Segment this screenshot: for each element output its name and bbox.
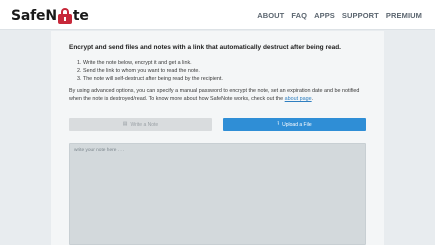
description-end: .: [311, 96, 314, 103]
note-textarea[interactable]: [69, 143, 366, 245]
write-note-label: Write a Note: [130, 121, 159, 128]
padlock-icon: [57, 8, 72, 24]
upload-file-button[interactable]: ⭱ Upload a File: [223, 118, 366, 131]
safenote-logo[interactable]: SafeN te: [11, 6, 89, 26]
about-page-link[interactable]: about page: [285, 96, 312, 102]
note-icon: ▤: [122, 121, 128, 127]
upload-file-label: Upload a File: [282, 121, 312, 128]
logo-text-prefix: SafeN: [11, 8, 57, 24]
step-item: 1. Write the note below, encrypt it and …: [77, 60, 192, 66]
nav-apps[interactable]: APPS: [314, 11, 335, 20]
description: By using advanced options, you can speci…: [69, 87, 369, 103]
steps-list: 1. Write the note below, encrypt it and …: [77, 59, 223, 84]
top-navbar: SafeN te ABOUT FAQ APPS SUPPORT PREMIUM: [0, 0, 435, 30]
main-card: Encrypt and send files and notes with a …: [51, 31, 384, 245]
nav-premium[interactable]: PREMIUM: [386, 11, 422, 20]
page-headline: Encrypt and send files and notes with a …: [69, 44, 341, 51]
nav-support[interactable]: SUPPORT: [342, 11, 379, 20]
write-note-button[interactable]: ▤ Write a Note: [69, 118, 212, 131]
upload-icon: ⭱: [277, 121, 280, 127]
logo-text-suffix: te: [72, 8, 89, 24]
step-item: 3. The note will self-destruct after bei…: [77, 76, 223, 83]
main-nav: ABOUT FAQ APPS SUPPORT PREMIUM: [257, 11, 422, 20]
nav-about[interactable]: ABOUT: [257, 11, 284, 20]
step-item: 2. Send the link to whom you want to rea…: [77, 68, 200, 75]
description-text: By using advanced options, you can speci…: [69, 88, 360, 103]
nav-faq[interactable]: FAQ: [291, 11, 307, 20]
